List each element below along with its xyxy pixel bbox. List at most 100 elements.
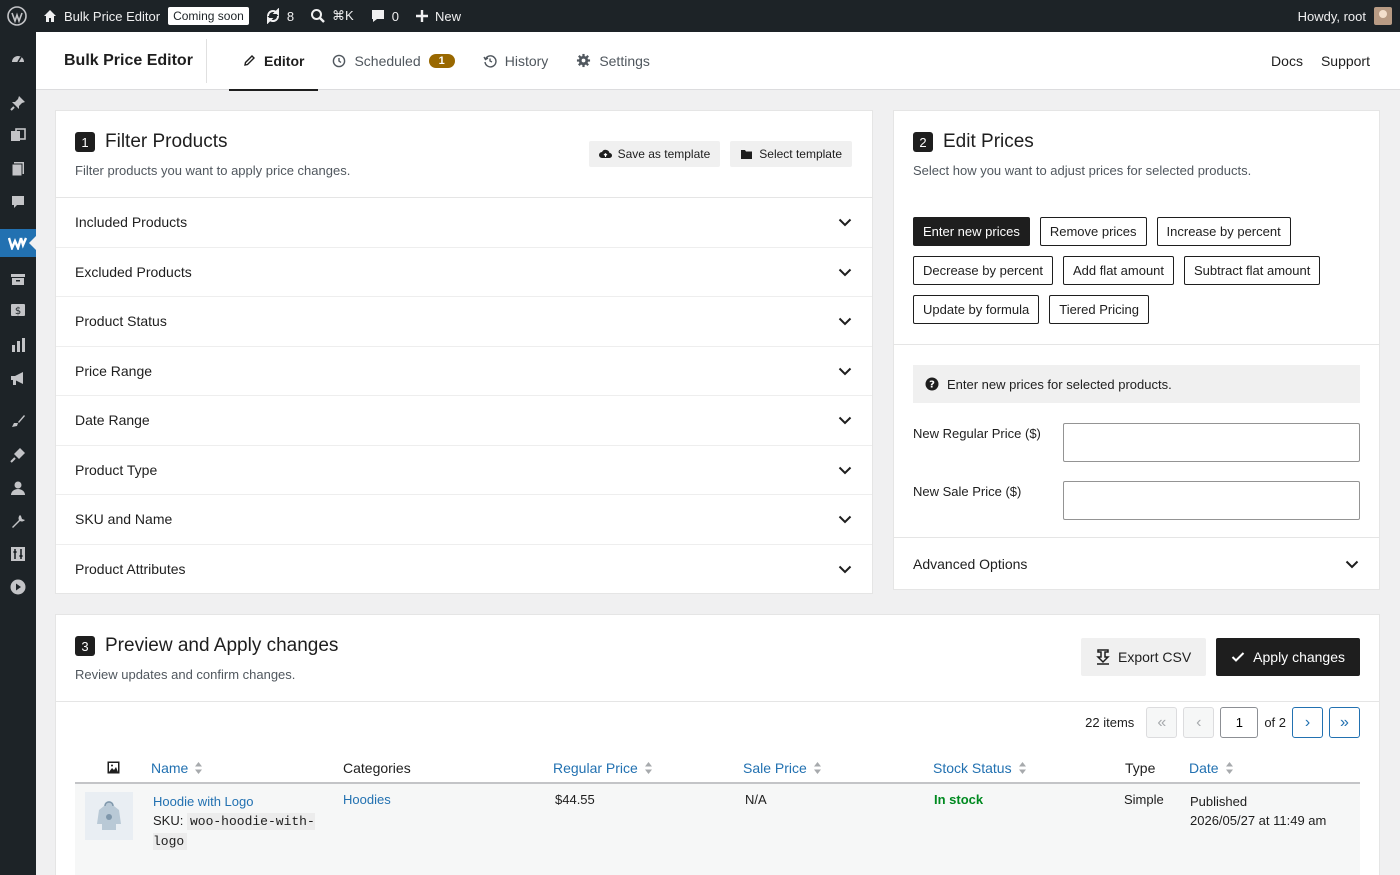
- updates-link[interactable]: 8: [257, 0, 302, 32]
- mode-decrease-percent-button[interactable]: Decrease by percent: [913, 256, 1053, 285]
- select-template-label: Select template: [759, 147, 842, 161]
- tab-history-label: History: [504, 52, 549, 69]
- tab-settings-label: Settings: [599, 52, 650, 69]
- mode-increase-percent-button[interactable]: Increase by percent: [1156, 217, 1291, 246]
- media-icon[interactable]: [0, 122, 36, 150]
- comments-link[interactable]: 0: [362, 0, 407, 32]
- accordion-included-products[interactable]: Included Products: [56, 198, 872, 248]
- column-sale-price[interactable]: Sale Price: [743, 760, 933, 776]
- step-badge: 1: [75, 132, 95, 152]
- column-regular-label: Regular Price: [553, 759, 638, 776]
- search-icon: [310, 8, 326, 24]
- wordpress-logo-icon[interactable]: [0, 0, 34, 32]
- users-icon[interactable]: [0, 474, 36, 502]
- prev-page-button[interactable]: ‹: [1183, 707, 1215, 738]
- column-sale-label: Sale Price: [743, 759, 807, 776]
- sale-price-input[interactable]: [1063, 481, 1360, 520]
- comments-count: 0: [391, 8, 399, 24]
- next-page-button[interactable]: ›: [1292, 707, 1323, 738]
- coming-soon-badge: Coming soon: [168, 7, 249, 25]
- new-content-link[interactable]: New: [407, 0, 469, 32]
- accordion-label: Included Products: [75, 214, 188, 231]
- column-name[interactable]: Name: [151, 760, 343, 776]
- accordion-price-range[interactable]: Price Range: [56, 347, 872, 396]
- first-page-button[interactable]: «: [1146, 707, 1178, 738]
- column-regular-price[interactable]: Regular Price: [553, 760, 743, 776]
- tab-settings[interactable]: Settings: [562, 32, 664, 90]
- account-menu[interactable]: Howdy, root: [1290, 0, 1400, 32]
- accordion-label: SKU and Name: [75, 511, 173, 528]
- docs-link[interactable]: Docs: [1271, 53, 1303, 69]
- settings-icon[interactable]: [0, 540, 36, 568]
- date-cell: Published 2026/05/27 at 11:49 am: [1190, 792, 1360, 875]
- accordion-excluded-products[interactable]: Excluded Products: [56, 248, 872, 297]
- pages-icon[interactable]: [0, 155, 36, 183]
- edit-prices-card: 2 Edit Prices Select how you want to adj…: [893, 110, 1380, 590]
- sale-price-row: New Sale Price ($): [913, 481, 1360, 520]
- woocommerce-icon[interactable]: [0, 229, 36, 257]
- mode-tiered-button[interactable]: Tiered Pricing: [1049, 295, 1149, 324]
- apply-changes-button[interactable]: Apply changes: [1216, 638, 1360, 676]
- tools-icon[interactable]: [0, 507, 36, 535]
- dashboard-icon[interactable]: [0, 45, 36, 73]
- site-name-link[interactable]: Bulk Price Editor Coming soon: [34, 0, 257, 32]
- tab-scheduled[interactable]: Scheduled 1: [318, 32, 468, 90]
- new-label: New: [434, 8, 461, 24]
- regular-price-input[interactable]: [1063, 423, 1360, 462]
- posts-pin-icon[interactable]: [0, 89, 36, 117]
- last-page-button[interactable]: »: [1329, 707, 1360, 738]
- appearance-icon[interactable]: [0, 407, 36, 435]
- accordion-product-type[interactable]: Product Type: [56, 446, 872, 495]
- search-link[interactable]: ⌘K: [302, 0, 362, 32]
- accordion-label: Excluded Products: [75, 263, 192, 280]
- save-template-button[interactable]: Save as template: [588, 141, 721, 167]
- accordion-date-range[interactable]: Date Range: [56, 396, 872, 446]
- admin-sidebar: $: [0, 32, 36, 875]
- cloud-upload-icon: [598, 148, 612, 160]
- date-value: 2026/05/27 at 11:49 am: [1190, 813, 1327, 828]
- accordion-label: Product Attributes: [75, 561, 186, 578]
- advanced-options-toggle[interactable]: Advanced Options: [894, 537, 1379, 589]
- accordion-label: Date Range: [75, 412, 150, 429]
- mode-add-flat-button[interactable]: Add flat amount: [1062, 256, 1175, 285]
- sort-icon: [1018, 761, 1027, 775]
- plugins-icon[interactable]: [0, 441, 36, 469]
- plus-icon: [415, 9, 429, 23]
- product-name-link[interactable]: Hoodie with Logo: [153, 792, 343, 811]
- comments-icon[interactable]: [0, 188, 36, 216]
- table-header: Name Categories Regular Price Sale Price…: [75, 753, 1360, 784]
- category-link[interactable]: Hoodies: [343, 792, 555, 875]
- mode-formula-button[interactable]: Update by formula: [913, 295, 1040, 324]
- edit-divider: [894, 344, 1379, 345]
- column-stock-status[interactable]: Stock Status: [933, 760, 1125, 776]
- mode-remove-prices-button[interactable]: Remove prices: [1039, 217, 1147, 246]
- table-row: Hoodie with Logo SKU: woo-hoodie-with-lo…: [75, 784, 1360, 875]
- collapse-menu-icon[interactable]: [0, 573, 36, 601]
- accordion-product-status[interactable]: Product Status: [56, 297, 872, 347]
- save-template-label: Save as template: [617, 147, 711, 161]
- analytics-icon[interactable]: [0, 331, 36, 359]
- tab-editor[interactable]: Editor: [229, 32, 319, 91]
- accordion-label: Product Status: [75, 313, 167, 330]
- products-icon[interactable]: [0, 265, 36, 293]
- column-stock-label: Stock Status: [933, 759, 1012, 776]
- step-badge: 2: [913, 132, 933, 152]
- chevron-down-icon: [838, 214, 852, 230]
- mode-enter-new-prices-button[interactable]: Enter new prices: [913, 217, 1030, 246]
- column-date[interactable]: Date: [1189, 760, 1359, 776]
- support-link[interactable]: Support: [1321, 53, 1370, 69]
- payments-icon[interactable]: $: [0, 296, 36, 324]
- mode-subtract-flat-button[interactable]: Subtract flat amount: [1184, 256, 1321, 285]
- folder-icon: [740, 149, 753, 160]
- current-page-input[interactable]: [1220, 707, 1259, 738]
- export-csv-button[interactable]: Export CSV: [1081, 638, 1207, 676]
- regular-price-cell: $44.55: [555, 792, 595, 807]
- product-thumbnail[interactable]: [75, 792, 153, 875]
- sale-price-cell: N/A: [745, 792, 767, 807]
- accordion-product-attributes[interactable]: Product Attributes: [56, 545, 872, 595]
- items-count: 22 items: [1085, 715, 1135, 730]
- select-template-button[interactable]: Select template: [730, 141, 852, 167]
- accordion-sku-and-name[interactable]: SKU and Name: [56, 495, 872, 545]
- tab-history[interactable]: History: [469, 32, 563, 90]
- marketing-icon[interactable]: [0, 364, 36, 392]
